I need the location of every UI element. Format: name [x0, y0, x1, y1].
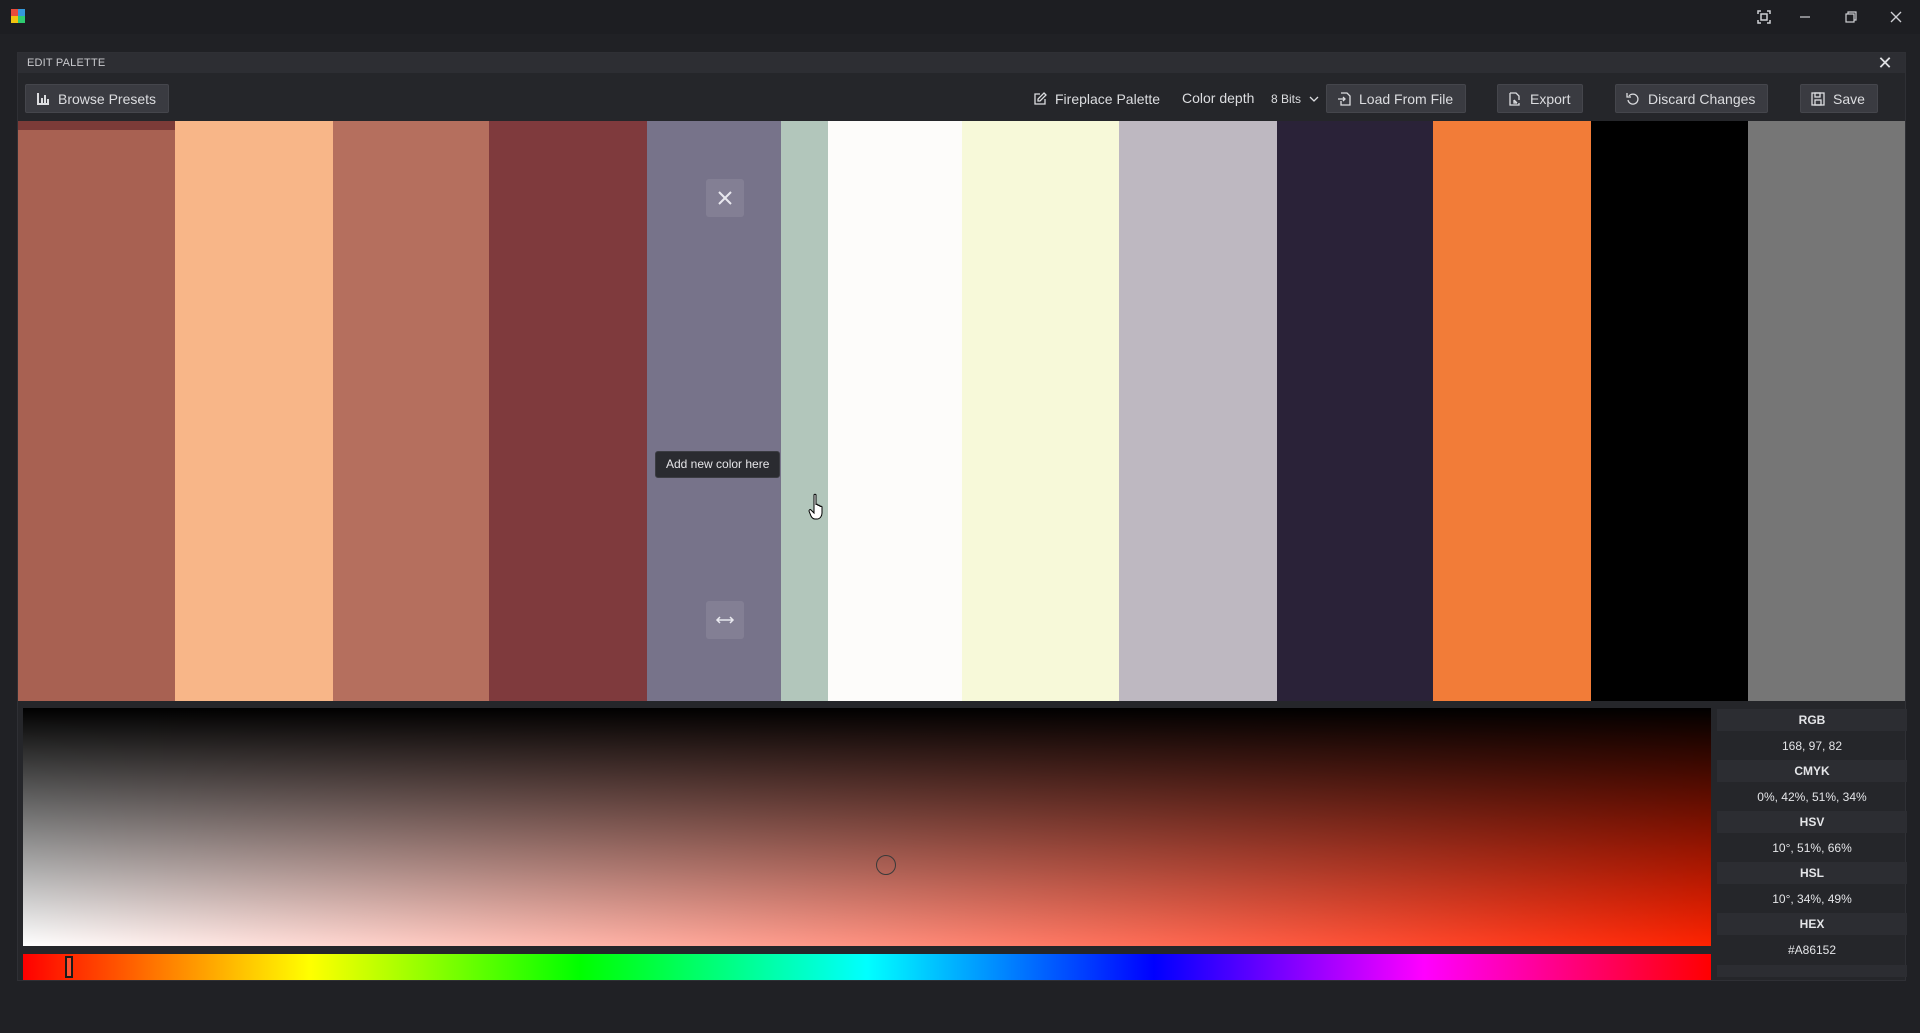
- hue-slider-handle[interactable]: [65, 956, 73, 978]
- file-import-icon: [1338, 91, 1351, 106]
- dialog-header: EDIT PALETTE ✕: [18, 53, 1905, 73]
- hue-slider[interactable]: [23, 954, 1711, 980]
- hex-value[interactable]: #A86152: [1717, 937, 1907, 963]
- palette-name: Fireplace Palette: [1055, 90, 1161, 107]
- color-swatch-2[interactable]: [174, 121, 333, 701]
- undo-icon: [1626, 92, 1639, 105]
- swap-horizontal-icon[interactable]: [706, 601, 745, 639]
- discard-changes-label: Discard Changes: [1648, 90, 1756, 107]
- color-swatch-6[interactable]: [781, 121, 829, 701]
- picker-marker[interactable]: [876, 855, 896, 875]
- presets-icon: [37, 92, 49, 105]
- add-color-tooltip: Add new color here: [655, 451, 781, 478]
- hsl-value[interactable]: 10°, 34%, 49%: [1717, 886, 1907, 912]
- browse-presets-button[interactable]: Browse Presets: [25, 84, 170, 113]
- fullscreen-icon[interactable]: [1742, 0, 1786, 34]
- save-icon: [1811, 91, 1825, 106]
- color-swatch-10[interactable]: [1276, 121, 1434, 701]
- app-logo-icon: [11, 9, 25, 23]
- color-swatch-13[interactable]: [1748, 121, 1905, 701]
- save-label: Save: [1833, 90, 1865, 107]
- app-titlebar: [0, 0, 1920, 34]
- hex-label: HEX: [1717, 913, 1907, 935]
- color-swatch-3[interactable]: [332, 121, 490, 701]
- cmyk-label: CMYK: [1717, 760, 1907, 782]
- color-swatch-8[interactable]: [961, 121, 1119, 701]
- edit-icon: [1034, 91, 1047, 105]
- window-close-icon[interactable]: [1874, 0, 1918, 34]
- browse-presets-label: Browse Presets: [58, 90, 157, 107]
- dialog-close-icon[interactable]: ✕: [1875, 53, 1895, 73]
- saturation-value-picker[interactable]: [23, 708, 1711, 946]
- export-label: Export: [1530, 90, 1571, 107]
- restore-icon[interactable]: [1829, 0, 1873, 34]
- close-icon[interactable]: [706, 179, 745, 217]
- color-depth-select[interactable]: 8 Bits: [1271, 84, 1319, 113]
- load-from-file-label: Load From File: [1359, 90, 1454, 107]
- color-swatch-5[interactable]: [647, 121, 782, 701]
- color-swatch-11[interactable]: [1433, 121, 1592, 701]
- save-button[interactable]: Save: [1800, 84, 1878, 113]
- dialog-title: EDIT PALETTE: [27, 57, 106, 69]
- rgb-label: RGB: [1717, 709, 1907, 731]
- color-swatch-7[interactable]: [828, 121, 962, 701]
- discard-changes-button[interactable]: Discard Changes: [1615, 84, 1769, 113]
- export-button[interactable]: Export: [1497, 84, 1584, 113]
- minimize-icon[interactable]: [1783, 0, 1827, 34]
- color-swatch-9[interactable]: [1118, 121, 1277, 701]
- color-swatch-12[interactable]: [1591, 121, 1749, 701]
- selected-indicator: [18, 121, 175, 130]
- palette-strip: [18, 121, 1905, 701]
- color-swatch-4[interactable]: [489, 121, 648, 701]
- chevron-down-icon: [1309, 96, 1319, 102]
- edit-palette-dialog: EDIT PALETTE ✕ Browse Presets Fireplace …: [17, 52, 1907, 981]
- hand-cursor-icon: [808, 493, 823, 520]
- color-values-panel: RGB 168, 97, 82 CMYK 0%, 42%, 51%, 34% H…: [1717, 703, 1907, 978]
- load-from-file-button[interactable]: Load From File: [1326, 84, 1467, 113]
- toolbar: Browse Presets Fireplace Palette Color d…: [18, 73, 1905, 119]
- palette-name-button[interactable]: Fireplace Palette: [1033, 84, 1160, 113]
- hsv-label: HSV: [1717, 811, 1907, 833]
- rgb-value[interactable]: 168, 97, 82: [1717, 733, 1907, 759]
- hsv-value[interactable]: 10°, 51%, 66%: [1717, 835, 1907, 861]
- color-depth-label: Color depth: [1182, 90, 1255, 106]
- color-swatch-1[interactable]: [18, 121, 175, 701]
- values-footer: [1717, 965, 1907, 977]
- file-export-icon: [1509, 91, 1520, 106]
- hsl-label: HSL: [1717, 862, 1907, 884]
- color-depth-value: 8 Bits: [1271, 91, 1302, 106]
- cmyk-value[interactable]: 0%, 42%, 51%, 34%: [1717, 784, 1907, 810]
